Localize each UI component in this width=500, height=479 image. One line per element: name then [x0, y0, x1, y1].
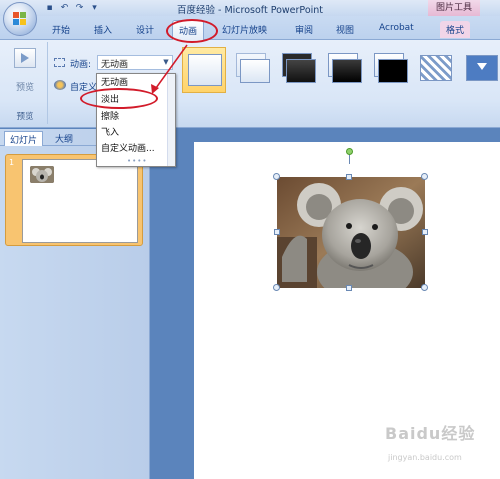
annotation-arrow — [151, 44, 188, 94]
